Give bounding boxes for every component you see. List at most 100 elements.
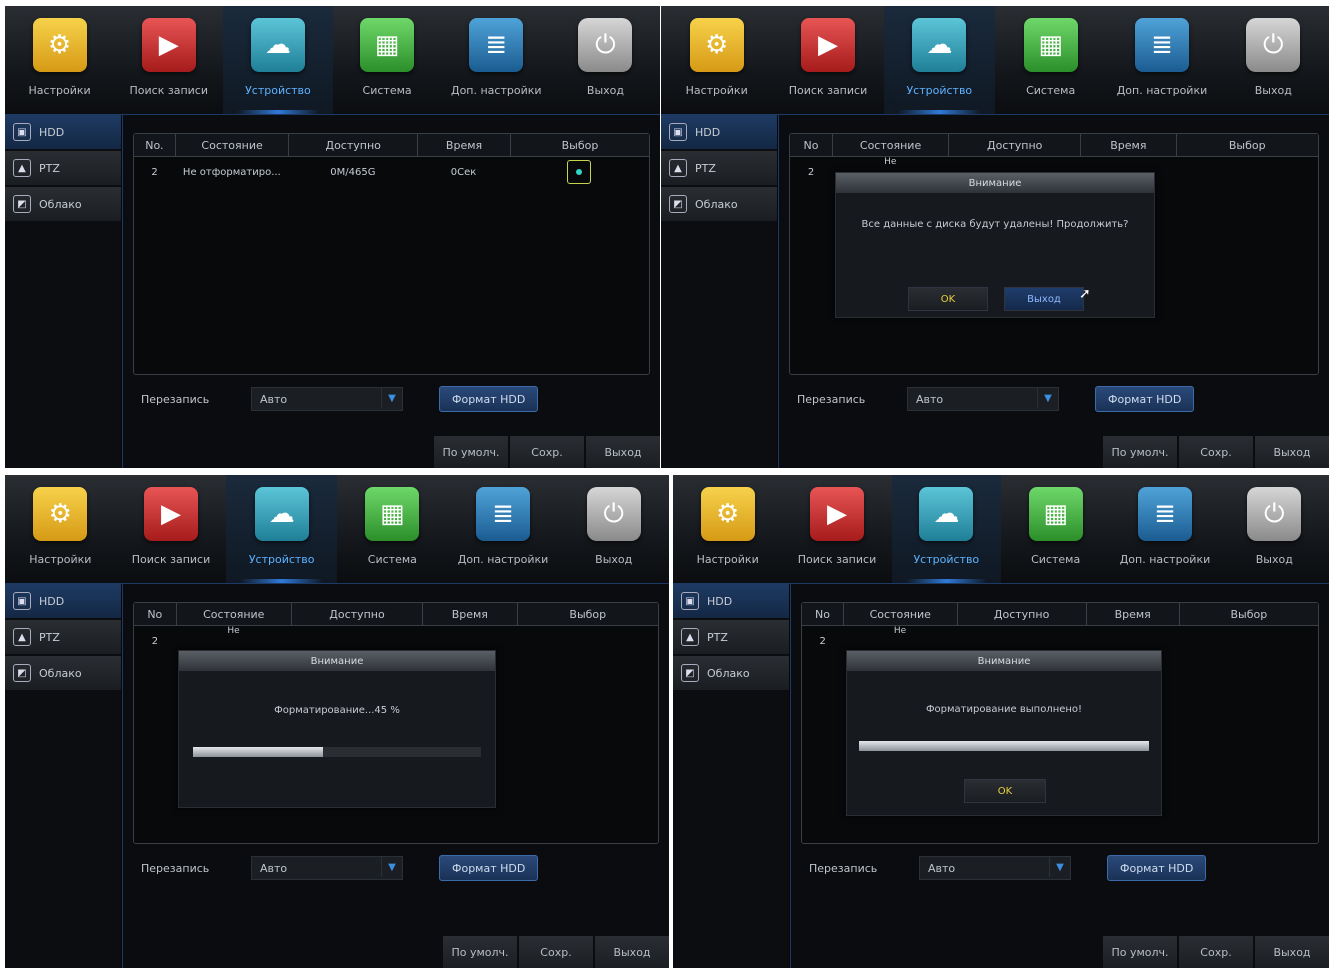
default-button[interactable]: По умолч.: [443, 936, 517, 968]
menu-exit[interactable]: ⏻ Выход: [1218, 6, 1329, 114]
menu-settings[interactable]: ⚙ Настройки: [673, 475, 782, 583]
sidebar-item-cloud[interactable]: ◩ Облако: [661, 187, 777, 221]
menu-device[interactable]: ☁ Устройство: [891, 475, 1001, 583]
menu-exit[interactable]: ⏻ Выход: [558, 475, 669, 583]
sidebar-item-hdd[interactable]: ▣ HDD: [5, 115, 121, 149]
sidebar-item-hdd[interactable]: ▣ HDD: [5, 584, 121, 618]
cell-select[interactable]: [510, 157, 649, 187]
menu-advanced[interactable]: ≣ Доп. настройки: [442, 6, 551, 114]
default-button[interactable]: По умолч.: [1103, 936, 1177, 968]
select-checkbox[interactable]: [567, 160, 592, 184]
sidebar-item-cloud[interactable]: ◩ Облако: [5, 187, 121, 221]
menu-advanced[interactable]: ≣ Доп. настройки: [1106, 6, 1217, 114]
menu-label: Устройство: [248, 553, 315, 566]
sidebar: ▣ HDD ▲ PTZ ◩ Облако: [5, 115, 121, 468]
col-state: Состояние: [833, 134, 950, 156]
menu-advanced[interactable]: ≣ Доп. настройки: [1110, 475, 1219, 583]
sidebar-item-hdd[interactable]: ▣ HDD: [661, 115, 777, 149]
overwrite-row: Перезапись Авто ▼ Формат HDD: [133, 385, 650, 413]
top-menu-bar: ⚙ Настройки ▶ Поиск записи ☁ Устройство …: [5, 475, 669, 584]
save-button[interactable]: Сохр.: [1179, 436, 1253, 468]
top-menu-bar: ⚙ Настройки ▶ Поиск записи ☁ Устройство …: [661, 6, 1329, 115]
top-menu-bar: ⚙ Настройки ▶ Поиск записи ☁ Устройство …: [5, 6, 660, 115]
cell-select[interactable]: [516, 626, 657, 656]
exit-button[interactable]: Выход: [1255, 436, 1329, 468]
menu-exit[interactable]: ⏻ Выход: [551, 6, 660, 114]
done-dialog: Внимание Форматирование выполнено! OK: [846, 650, 1162, 816]
sidebar-item-label: HDD: [39, 125, 65, 139]
col-select: Выбор: [1228, 138, 1266, 152]
cell-select[interactable]: [1175, 157, 1318, 187]
overwrite-value: Авто: [260, 392, 288, 406]
hdd-icon: ▣: [13, 123, 31, 141]
menu-device[interactable]: ☁ Устройство: [226, 475, 338, 583]
chevron-down-icon[interactable]: ▼: [1049, 857, 1070, 877]
sidebar-item-hdd[interactable]: ▣ HDD: [673, 584, 789, 618]
overwrite-select[interactable]: Авто ▼: [907, 387, 1059, 411]
chevron-down-icon[interactable]: ▼: [381, 857, 402, 877]
menu-device[interactable]: ☁ Устройство: [223, 6, 333, 114]
chevron-down-icon[interactable]: ▼: [1037, 388, 1058, 408]
menu-label: Поиск записи: [131, 553, 211, 566]
bottom-buttons: По умолч. Сохр. Выход: [1101, 936, 1329, 968]
menu-system[interactable]: ▦ Система: [337, 475, 448, 583]
format-hdd-button[interactable]: Формат HDD: [1107, 855, 1207, 881]
overwrite-value: Авто: [916, 392, 944, 406]
overwrite-select[interactable]: Авто ▼: [251, 387, 403, 411]
bottom-buttons: По умолч. Сохр. Выход: [1101, 436, 1329, 468]
default-button[interactable]: По умолч.: [1103, 436, 1177, 468]
menu-record-search[interactable]: ▶ Поиск записи: [116, 475, 227, 583]
menu-advanced[interactable]: ≣ Доп. настройки: [448, 475, 559, 583]
overwrite-select[interactable]: Авто ▼: [251, 856, 403, 880]
dialog-message: Все данные с диска будут удалены! Продол…: [861, 219, 1129, 230]
cell-available: 0M/465G: [330, 166, 376, 178]
save-button[interactable]: Сохр.: [1179, 936, 1253, 968]
cloud-storage-icon: ☁: [254, 487, 309, 541]
sidebar-item-ptz[interactable]: ▲ PTZ: [5, 151, 121, 185]
chevron-down-icon[interactable]: ▼: [381, 388, 402, 408]
menu-system[interactable]: ▦ Система: [333, 6, 442, 114]
hdd-icon: ▣: [13, 592, 31, 610]
exit-button[interactable]: Выход: [595, 936, 669, 968]
table-row[interactable]: 2 Не отформатиро... 0M/465G 0Сек: [134, 157, 649, 187]
save-button[interactable]: Сохр.: [519, 936, 593, 968]
overwrite-select[interactable]: Авто ▼: [919, 856, 1071, 880]
ok-button[interactable]: OK: [964, 779, 1046, 803]
sidebar-item-ptz[interactable]: ▲ PTZ: [661, 151, 777, 185]
menu-exit[interactable]: ⏻ Выход: [1220, 475, 1329, 583]
menu-record-search[interactable]: ▶ Поиск записи: [782, 475, 891, 583]
format-hdd-button[interactable]: Формат HDD: [439, 386, 539, 412]
exit-button[interactable]: Выход: [586, 436, 660, 468]
progress-fill: [859, 741, 1149, 751]
sidebar-item-ptz[interactable]: ▲ PTZ: [673, 620, 789, 654]
cell-select[interactable]: [1179, 626, 1318, 656]
menu-system[interactable]: ▦ Система: [1001, 475, 1110, 583]
menu-label: Выход: [1255, 553, 1293, 566]
menu-system[interactable]: ▦ Система: [995, 6, 1106, 114]
menu-settings[interactable]: ⚙ Настройки: [5, 475, 116, 583]
col-no: No.: [134, 134, 176, 156]
col-available: Доступно: [292, 603, 423, 625]
ok-button[interactable]: OK: [908, 287, 988, 311]
sidebar-item-cloud[interactable]: ◩ Облако: [673, 656, 789, 690]
format-hdd-button[interactable]: Формат HDD: [1095, 386, 1195, 412]
menu-record-search[interactable]: ▶ Поиск записи: [114, 6, 223, 114]
sidebar-item-cloud[interactable]: ◩ Облако: [5, 656, 121, 690]
menu-settings[interactable]: ⚙ Настройки: [5, 6, 114, 114]
menu-device[interactable]: ☁ Устройство: [883, 6, 995, 114]
col-available: Доступно: [949, 134, 1082, 156]
progress-bar: [859, 741, 1149, 751]
default-button[interactable]: По умолч.: [434, 436, 508, 468]
hdd-icon: ▣: [681, 592, 699, 610]
menu-label: Система: [1026, 84, 1076, 97]
exit-button[interactable]: Выход: [1004, 287, 1084, 311]
sidebar-item-label: Облако: [695, 197, 738, 211]
save-button[interactable]: Сохр.: [510, 436, 584, 468]
exit-button[interactable]: Выход: [1255, 936, 1329, 968]
menu-record-search[interactable]: ▶ Поиск записи: [772, 6, 883, 114]
format-hdd-button[interactable]: Формат HDD: [439, 855, 539, 881]
sidebar-item-ptz[interactable]: ▲ PTZ: [5, 620, 121, 654]
hdd-table: No. Состояние Доступно Время Выбор 2 Не …: [133, 133, 650, 375]
menu-settings[interactable]: ⚙ Настройки: [661, 6, 772, 114]
col-no: No: [802, 603, 844, 625]
